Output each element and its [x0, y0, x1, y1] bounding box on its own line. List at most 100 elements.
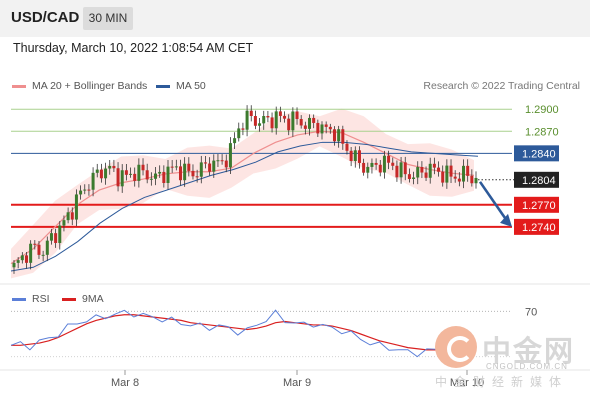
candle-body — [29, 243, 33, 263]
candle-body — [79, 190, 83, 195]
forecast-arrow-shaft — [478, 181, 509, 222]
candle-body — [432, 163, 436, 168]
candle-body — [233, 138, 237, 144]
candle-body — [457, 178, 461, 182]
candle-body — [183, 163, 187, 181]
candle-body — [112, 165, 116, 169]
candle-body — [45, 240, 49, 255]
watermark-logo-icon — [435, 326, 477, 368]
candle-body — [262, 116, 266, 124]
candle-body — [345, 143, 349, 151]
candle-body — [274, 111, 278, 129]
watermark: 中金网 CNGOLD.COM.CN 中金财经新媒体 — [435, 326, 585, 396]
candle-body — [249, 110, 253, 117]
candle-body — [124, 170, 128, 175]
candle-body — [449, 165, 453, 177]
candle-body — [316, 122, 320, 134]
candle-body — [428, 163, 432, 178]
candle-body — [203, 162, 207, 164]
candle-body — [470, 175, 474, 184]
candle-body — [174, 166, 178, 168]
candle-body — [278, 111, 282, 116]
candle-body — [366, 166, 370, 173]
candle-body — [474, 177, 478, 184]
candle-body — [353, 150, 357, 162]
candle-body — [337, 129, 341, 142]
candle-body — [357, 150, 361, 163]
candle-body — [308, 117, 312, 129]
candle-body — [399, 162, 403, 178]
candle-body — [462, 165, 466, 182]
candle-body — [49, 233, 53, 241]
candle-body — [141, 164, 145, 171]
level-label-1-2840: 1.2840 — [522, 148, 556, 160]
candle-body — [154, 173, 158, 179]
x-tick-label: Mar 8 — [111, 377, 139, 389]
candle-body — [16, 260, 20, 263]
candle-body — [362, 162, 366, 173]
candle-body — [453, 176, 457, 179]
level-label-1-2900: 1.2900 — [525, 104, 559, 116]
candle-body — [95, 169, 99, 173]
rsi-line — [10, 309, 475, 358]
last-price-label: 1.2804 — [522, 175, 556, 187]
candle-body — [437, 167, 441, 172]
candle-body — [54, 233, 58, 243]
candle-body — [270, 117, 274, 129]
candle-body — [391, 162, 395, 166]
rsi-level-label: 70 — [525, 306, 537, 318]
candle-body — [332, 129, 336, 142]
candle-body — [33, 243, 37, 245]
candle-body — [312, 117, 316, 123]
candle-body — [74, 194, 78, 220]
candle-body — [328, 126, 332, 130]
candle-body — [303, 125, 307, 129]
candle-body — [445, 165, 449, 183]
candle-body — [420, 167, 424, 173]
candle-body — [178, 166, 182, 181]
candle-body — [283, 115, 287, 119]
candle-body — [416, 167, 420, 178]
candle-body — [145, 170, 149, 180]
candle-body — [70, 212, 74, 220]
candle-body — [91, 172, 95, 190]
candle-body — [20, 255, 24, 261]
candle-body — [241, 128, 245, 130]
candle-body — [149, 178, 153, 180]
candle-body — [341, 129, 345, 144]
candle-body — [41, 254, 45, 256]
candle-body — [187, 163, 191, 171]
level-label-1-2770: 1.2770 — [522, 200, 556, 212]
level-label-1-2740: 1.2740 — [522, 222, 556, 234]
candle-body — [291, 111, 295, 131]
candle-body — [424, 172, 428, 178]
candle-body — [299, 119, 303, 126]
candle-body — [245, 110, 249, 130]
candle-body — [407, 174, 411, 179]
candle-body — [208, 163, 212, 172]
candle-body — [12, 262, 16, 268]
candle-body — [295, 111, 299, 120]
candle-body — [24, 255, 28, 263]
candle-body — [382, 155, 386, 173]
candle-body — [237, 128, 241, 139]
candle-body — [170, 166, 174, 168]
candle-body — [387, 155, 391, 163]
candle-body — [199, 162, 203, 177]
candle-body — [158, 171, 162, 174]
candle-body — [220, 160, 224, 162]
candle-body — [324, 124, 328, 127]
candle-body — [87, 189, 91, 191]
candle-body — [195, 176, 199, 178]
candle-body — [349, 150, 353, 162]
x-tick-label: Mar 9 — [283, 377, 311, 389]
candle-body — [166, 166, 170, 183]
candle-body — [191, 170, 195, 177]
candle-body — [62, 220, 66, 226]
candle-body — [66, 212, 70, 221]
candle-body — [441, 171, 445, 183]
candle-body — [412, 177, 416, 179]
candle-body — [58, 225, 62, 243]
candle-body — [228, 143, 232, 168]
candle-body — [253, 116, 257, 126]
